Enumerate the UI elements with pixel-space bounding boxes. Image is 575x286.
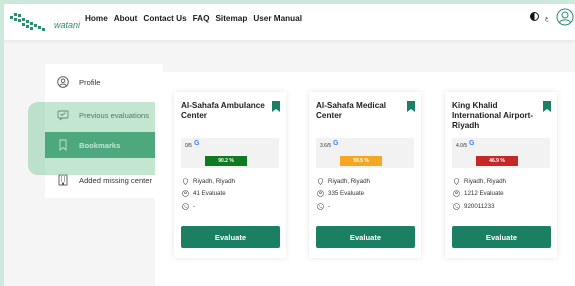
location-pin-icon [453, 178, 460, 185]
evaluate-button[interactable]: Evaluate [181, 226, 280, 248]
phone-icon [453, 203, 460, 210]
center-title[interactable]: Al-Sahafa Medical Center [316, 101, 408, 121]
google-icon: G [194, 140, 200, 147]
percent-badge: 46.9 % [476, 156, 518, 166]
language-switch[interactable]: ع [545, 15, 549, 22]
bookmark-card: King Khalid International Airport-Riyadh… [445, 92, 557, 258]
logo-text: watani [54, 20, 81, 30]
nav-about[interactable]: About [114, 14, 138, 23]
location-text: Riyadh, Riyadh [464, 178, 506, 185]
rating-value: 0/5 [185, 143, 192, 149]
location-row: Riyadh, Riyadh [182, 178, 235, 185]
phone-text: - [193, 203, 196, 210]
user-circle-icon [182, 190, 189, 197]
center-title[interactable]: Al-Sahafa Ambulance Center [181, 101, 273, 121]
phone-text: - [328, 203, 331, 210]
app-frame: watani Home About Contact Us FAQ Sitemap… [4, 4, 575, 286]
location-pin-icon [317, 178, 324, 185]
center-title[interactable]: King Khalid International Airport-Riyadh [452, 101, 544, 131]
percent-badge: 59.5 % [340, 156, 382, 166]
nav-sitemap[interactable]: Sitemap [215, 14, 247, 23]
evaluations-row: 335 Evaluate [317, 190, 364, 197]
evaluations-count: 1212 Evaluate [464, 190, 504, 197]
location-text: Riyadh, Riyadh [193, 178, 235, 185]
nav-user-manual[interactable]: User Manual [253, 14, 302, 23]
phone-row: - [317, 203, 330, 210]
evaluate-button[interactable]: Evaluate [316, 226, 415, 248]
rating-box: 3.6/5 G 59.5 % [316, 138, 414, 168]
contrast-toggle-icon[interactable] [530, 12, 539, 21]
location-text: Riyadh, Riyadh [328, 178, 370, 185]
phone-text: 920011233 [464, 203, 495, 210]
bookmark-card: Al-Sahafa Ambulance Center 0/5 G 90.2 % … [174, 92, 286, 258]
nav-home[interactable]: Home [85, 14, 108, 23]
phone-icon [317, 203, 324, 210]
rating-value: 3.6/5 [320, 143, 332, 149]
nav-faq[interactable]: FAQ [193, 14, 210, 23]
phone-row: 920011233 [453, 203, 495, 210]
location-row: Riyadh, Riyadh [317, 178, 370, 185]
rating-box: 0/5 G 90.2 % [181, 138, 279, 168]
bookmark-card: Al-Sahafa Medical Center 3.6/5 G 59.5 % … [309, 92, 421, 258]
bookmark-icon[interactable] [407, 101, 415, 112]
sidebar-item-label: Added missing center [79, 175, 153, 185]
evaluations-row: 41 Evaluate [182, 190, 226, 197]
watani-logo[interactable]: watani [10, 10, 80, 36]
user-circle-icon [317, 190, 324, 197]
focus-highlight [28, 102, 169, 175]
bookmark-icon[interactable] [543, 101, 551, 112]
evaluations-row: 1212 Evaluate [453, 190, 504, 197]
nav-contact-us[interactable]: Contact Us [143, 14, 186, 23]
top-header: watani Home About Contact Us FAQ Sitemap… [4, 4, 575, 40]
google-icon: G [469, 140, 475, 147]
evaluate-button[interactable]: Evaluate [452, 226, 551, 248]
rating-box: 4.0/5 G 46.9 % [452, 138, 550, 168]
evaluations-count: 335 Evaluate [328, 190, 365, 197]
location-row: Riyadh, Riyadh [453, 178, 506, 185]
user-circle-icon [453, 190, 460, 197]
sidebar-item-label: Profile [79, 77, 101, 87]
user-avatar-icon[interactable] [556, 8, 574, 26]
profile-icon [57, 76, 69, 88]
evaluations-count: 41 Evaluate [193, 190, 226, 197]
location-pin-icon [182, 178, 189, 185]
main-nav: Home About Contact Us FAQ Sitemap User M… [85, 14, 308, 23]
building-icon [58, 174, 68, 186]
phone-icon [182, 203, 189, 210]
rating-value: 4.0/5 [456, 143, 468, 149]
bookmark-icon[interactable] [272, 101, 280, 112]
logo-mark-icon [10, 13, 45, 31]
google-icon: G [333, 140, 339, 147]
phone-row: - [182, 203, 195, 210]
sidebar-item-profile[interactable]: Profile [45, 69, 163, 95]
percent-badge: 90.2 % [205, 156, 247, 166]
